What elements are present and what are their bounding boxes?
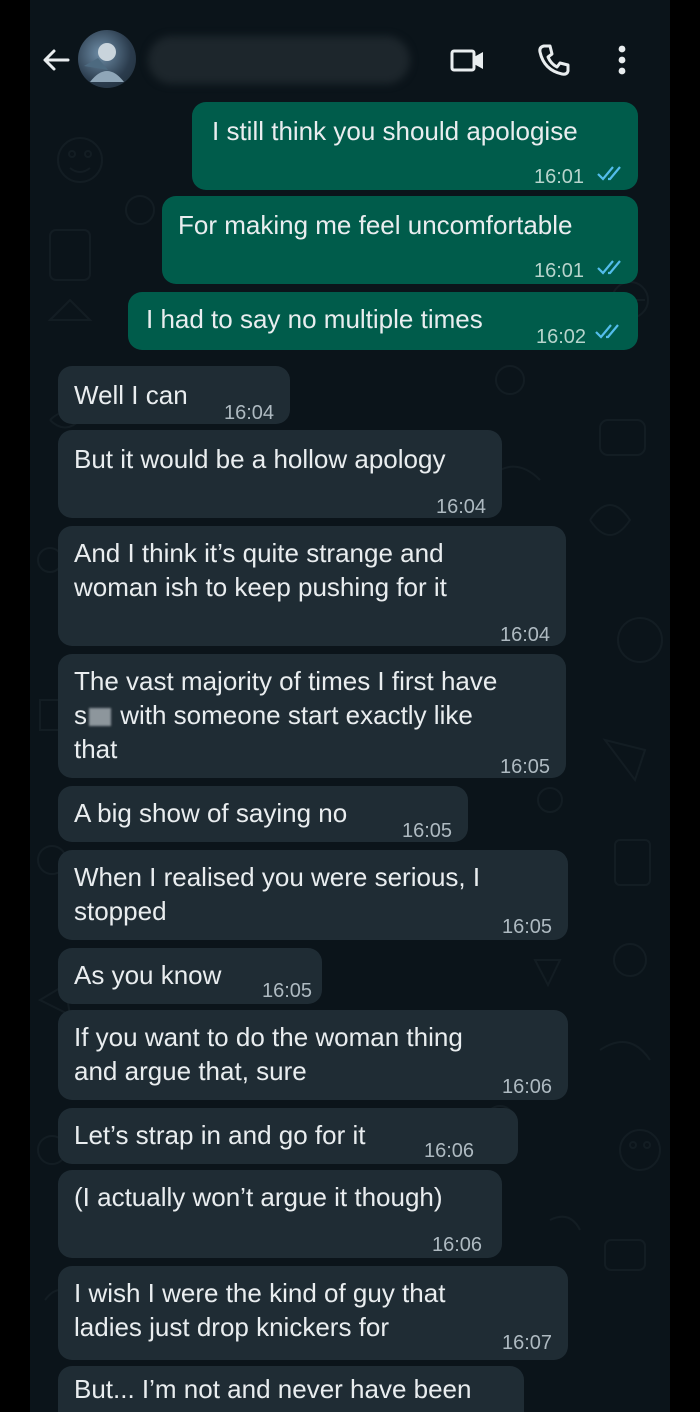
message-time: 16:05 <box>502 916 553 938</box>
message-text: But... I’m not and never have been <box>74 1374 472 1404</box>
message-text: But it would be a hollow apology <box>74 444 446 474</box>
message-time: 16:04 <box>436 496 487 518</box>
contact-name-redacted[interactable] <box>148 36 410 84</box>
message-time: 16:06 <box>424 1140 475 1162</box>
message-text-line3: that <box>74 734 118 764</box>
message-time: 16:05 <box>262 980 313 1002</box>
message-time: 16:06 <box>502 1076 553 1098</box>
message-bubble-incoming[interactable]: But... I’m not and never have been <box>58 1366 524 1412</box>
avatar-photo <box>84 43 124 82</box>
message-bubble-incoming[interactable]: Let’s strap in and go for it 16:06 <box>58 1108 518 1164</box>
message-bubble-outgoing[interactable]: I had to say no multiple times 16:02 <box>128 292 638 350</box>
message-text-fragment: with someone start exactly like <box>113 700 473 730</box>
chat-screen: I still think you should apologise 16:01… <box>30 0 670 1412</box>
message-time: 16:01 <box>534 166 585 188</box>
message-time: 16:05 <box>402 820 453 842</box>
message-bubble-outgoing[interactable]: For making me feel uncomfortable 16:01 <box>162 196 638 284</box>
message-bubble-outgoing[interactable]: I still think you should apologise 16:01 <box>192 102 638 190</box>
message-text: If you want to do the woman thing and ar… <box>74 1022 463 1086</box>
read-ticks-icon <box>597 260 621 275</box>
message-text: (I actually won’t argue it though) <box>74 1182 443 1212</box>
message-text: Let’s strap in and go for it <box>74 1120 366 1150</box>
read-ticks-icon <box>595 324 619 339</box>
message-text: I wish I were the kind of guy that ladie… <box>74 1278 446 1342</box>
video-call-icon[interactable] <box>448 40 488 80</box>
message-bubble-incoming[interactable]: But it would be a hollow apology 16:04 <box>58 430 502 518</box>
message-bubble-incoming[interactable]: A big show of saying no 16:05 <box>58 786 468 842</box>
message-bubble-incoming[interactable]: I wish I were the kind of guy that ladie… <box>58 1266 568 1360</box>
message-bubble-incoming[interactable]: As you know 16:05 <box>58 948 322 1004</box>
message-text: And I think it’s quite strange and woman… <box>74 538 447 602</box>
message-text: I still think you should apologise <box>212 116 578 146</box>
message-text-fragment: s <box>74 700 87 730</box>
message-bubble-incoming[interactable]: And I think it’s quite strange and woman… <box>58 526 566 646</box>
censored-word <box>89 708 111 727</box>
contact-avatar[interactable] <box>78 30 136 88</box>
message-time: 16:06 <box>432 1234 483 1256</box>
message-bubble-incoming[interactable]: If you want to do the woman thing and ar… <box>58 1010 568 1100</box>
message-text: A big show of saying no <box>74 798 348 828</box>
message-text: When I realised you were serious, I stop… <box>74 862 481 926</box>
voice-call-icon[interactable] <box>534 40 574 80</box>
message-bubble-incoming[interactable]: The vast majority of times I first have … <box>58 654 566 778</box>
message-time: 16:04 <box>224 402 275 424</box>
message-time: 16:05 <box>500 756 551 778</box>
message-text: For making me feel uncomfortable <box>178 210 573 240</box>
more-options-icon[interactable] <box>610 40 634 80</box>
message-time: 16:07 <box>502 1332 553 1354</box>
message-bubble-incoming[interactable]: Well I can 16:04 <box>58 366 290 424</box>
message-text: The vast majority of times I first have <box>74 666 498 696</box>
message-text: I had to say no multiple times <box>146 304 483 334</box>
message-time: 16:02 <box>536 326 587 348</box>
message-text-line2: s with someone start exactly like <box>74 698 473 732</box>
message-time: 16:01 <box>534 260 585 282</box>
message-text: As you know <box>74 960 222 990</box>
chat-header <box>30 0 670 100</box>
message-bubble-incoming[interactable]: When I realised you were serious, I stop… <box>58 850 568 940</box>
message-bubble-incoming[interactable]: (I actually won’t argue it though) 16:06 <box>58 1170 502 1258</box>
read-ticks-icon <box>597 166 621 181</box>
message-time: 16:04 <box>500 624 551 646</box>
contact-name <box>148 36 149 37</box>
back-arrow-icon[interactable] <box>38 42 74 78</box>
message-text: Well I can <box>74 380 188 410</box>
